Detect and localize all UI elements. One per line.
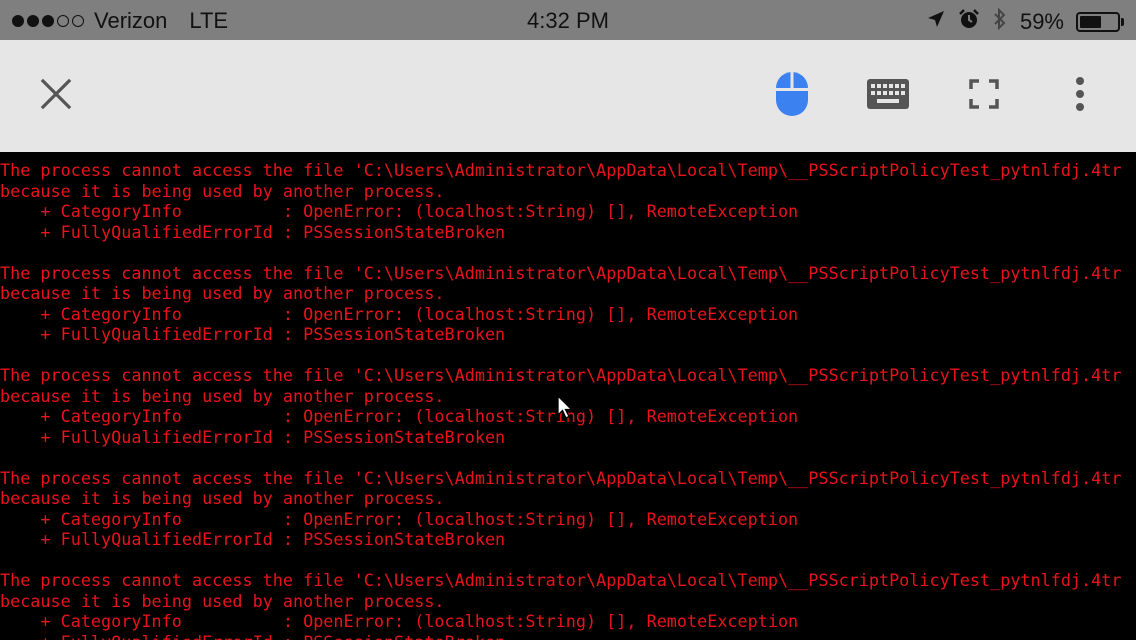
console-line: + CategoryInfo : OpenError: (localhost:S… bbox=[0, 508, 799, 529]
status-bar: Verizon LTE 4:32 PM 59% bbox=[0, 0, 1136, 40]
fullscreen-icon bbox=[969, 78, 999, 114]
network-type: LTE bbox=[189, 8, 229, 33]
more-vert-icon bbox=[1075, 76, 1085, 116]
status-bar-right: 59% bbox=[926, 7, 1124, 37]
close-icon bbox=[40, 78, 72, 115]
keyboard-icon bbox=[867, 78, 909, 114]
signal-dot bbox=[27, 15, 39, 27]
battery-icon bbox=[1076, 12, 1124, 32]
console-line: + FullyQualifiedErrorId : PSSessionState… bbox=[0, 426, 506, 447]
bluetooth-icon bbox=[992, 7, 1008, 37]
console-line: + CategoryInfo : OpenError: (localhost:S… bbox=[0, 201, 799, 221]
console-line: because it is being used by another proc… bbox=[0, 590, 445, 611]
status-bar-left: Verizon LTE bbox=[12, 8, 228, 34]
remote-desktop-toolbar bbox=[0, 40, 1136, 152]
close-button[interactable] bbox=[24, 64, 88, 128]
carrier-name: Verizon bbox=[94, 8, 168, 33]
mouse-icon bbox=[774, 70, 810, 123]
console-line: The process cannot access the file 'C:\U… bbox=[0, 570, 1122, 590]
battery-percent: 59% bbox=[1019, 9, 1064, 34]
keyboard-button[interactable] bbox=[856, 64, 920, 128]
console-line: + FullyQualifiedErrorId : PSSessionState… bbox=[0, 221, 506, 242]
mouse-pointer-icon bbox=[557, 394, 574, 426]
signal-strength-icon bbox=[12, 15, 84, 27]
fullscreen-button[interactable] bbox=[952, 64, 1016, 128]
console-line: + FullyQualifiedErrorId : PSSessionState… bbox=[0, 632, 1121, 640]
console-line: The process cannot access the file 'C:\U… bbox=[0, 467, 1122, 488]
location-arrow-icon bbox=[926, 9, 946, 35]
console-line: because it is being used by another proc… bbox=[0, 180, 445, 201]
signal-dot bbox=[57, 15, 69, 27]
console-line: because it is being used by another proc… bbox=[0, 488, 445, 508]
console-line: + CategoryInfo : OpenError: (localhost:S… bbox=[0, 303, 799, 324]
mouse-mode-button[interactable] bbox=[760, 64, 824, 128]
console-line: The process cannot access the file 'C:\U… bbox=[0, 160, 1122, 180]
console-line: + FullyQualifiedErrorId : PSSessionState… bbox=[0, 529, 506, 549]
signal-dot bbox=[12, 15, 24, 27]
console-line: The process cannot access the file 'C:\U… bbox=[0, 262, 1122, 283]
console-line: The process cannot access the file 'C:\U… bbox=[0, 365, 1122, 385]
console-line: because it is being used by another proc… bbox=[0, 283, 445, 303]
alarm-clock-icon bbox=[958, 8, 980, 36]
signal-dot bbox=[72, 15, 84, 27]
console-line: + FullyQualifiedErrorId : PSSessionState… bbox=[0, 324, 506, 344]
more-options-button[interactable] bbox=[1048, 64, 1112, 128]
console-line: + CategoryInfo : OpenError: (localhost:S… bbox=[0, 611, 799, 631]
signal-dot bbox=[42, 15, 54, 27]
